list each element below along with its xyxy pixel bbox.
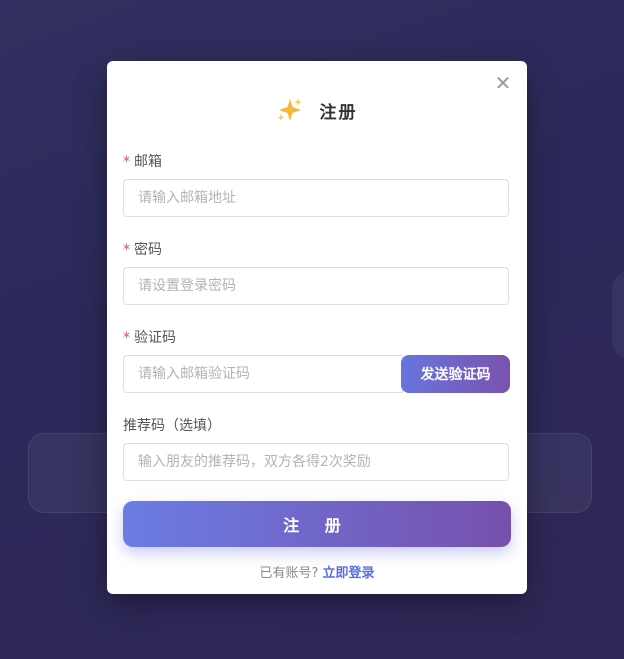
password-label: * 密码 bbox=[123, 239, 162, 259]
required-mark: * bbox=[123, 154, 130, 170]
referral-code-input[interactable] bbox=[123, 443, 509, 481]
required-mark: * bbox=[123, 242, 130, 258]
email-label-text: 邮箱 bbox=[134, 154, 162, 170]
email-label: * 邮箱 bbox=[123, 151, 162, 171]
send-code-button[interactable]: 发送验证码 bbox=[401, 355, 510, 393]
referral-label: 推荐码（选填） bbox=[123, 418, 221, 434]
verification-code-input[interactable] bbox=[123, 355, 403, 393]
login-prompt-text: 已有账号? bbox=[259, 566, 319, 581]
close-icon[interactable]: ✕ bbox=[493, 73, 513, 93]
password-label-text: 密码 bbox=[134, 242, 162, 258]
modal-title: 注册 bbox=[319, 102, 358, 123]
sparkles-icon bbox=[277, 98, 303, 121]
required-mark: * bbox=[123, 330, 130, 346]
login-link[interactable]: 立即登录 bbox=[322, 566, 374, 581]
email-input[interactable] bbox=[123, 179, 509, 217]
code-label-text: 验证码 bbox=[134, 330, 176, 346]
modal-header: 注册 bbox=[107, 97, 527, 125]
login-prompt-row: 已有账号? 立即登录 bbox=[107, 562, 527, 581]
password-input[interactable] bbox=[123, 267, 509, 305]
register-modal: ✕ 注册 *邮箱 *密码 *验证码 发送验证码 推荐码（选填） 注 册 已有账号… bbox=[107, 61, 527, 594]
code-label: * 验证码 bbox=[123, 327, 176, 347]
register-button[interactable]: 注 册 bbox=[123, 501, 511, 547]
